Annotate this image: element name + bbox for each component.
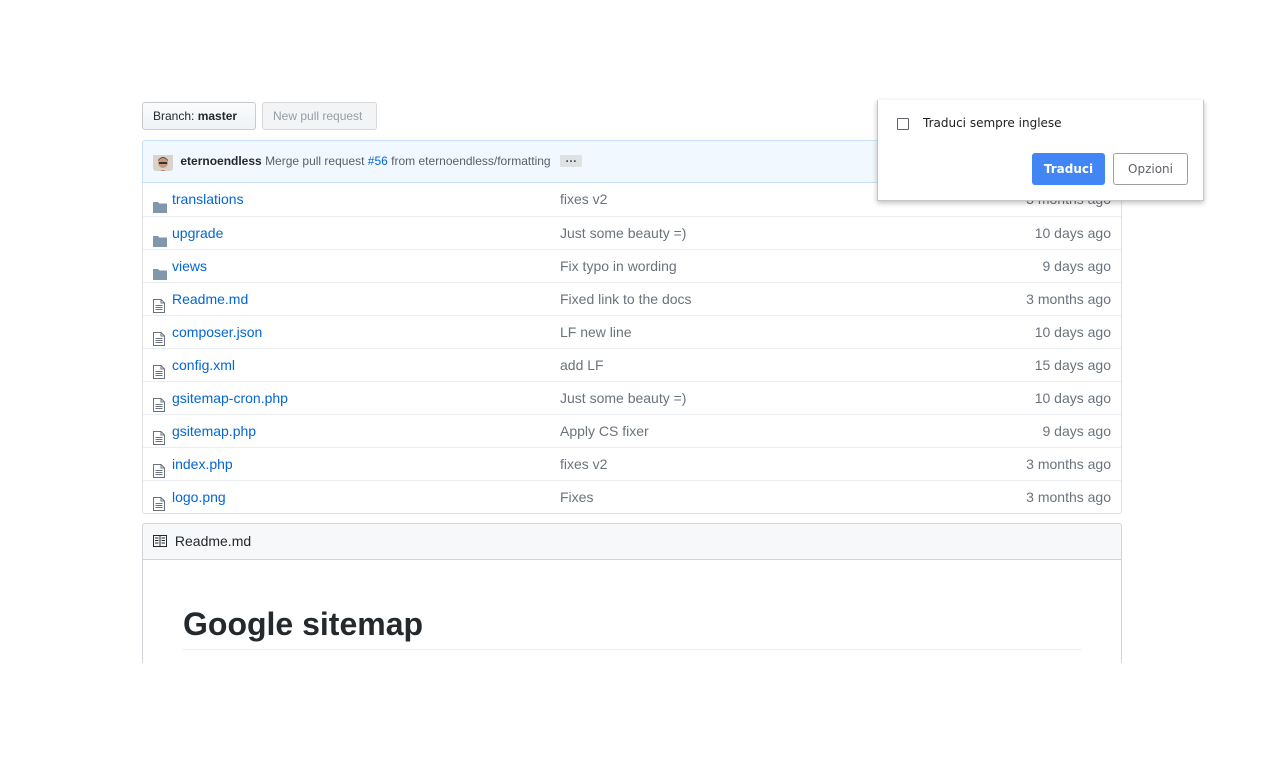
file-icon xyxy=(153,358,167,379)
commit-author-link[interactable]: eternoendless xyxy=(180,154,261,168)
readme-title-divider xyxy=(183,649,1081,650)
commit-age: 10 days ago xyxy=(1034,390,1111,406)
file-icon xyxy=(153,490,167,511)
translate-popup: Traduci sempre inglese Traduci Opzioni xyxy=(877,100,1204,201)
file-row: views Fix typo in wording 9 days ago xyxy=(143,249,1121,282)
commit-message-link[interactable]: Fix typo in wording xyxy=(560,250,677,282)
file-row: Readme.md Fixed link to the docs 3 months … xyxy=(143,282,1121,315)
file-icon xyxy=(153,424,167,445)
always-translate-label[interactable]: Traduci sempre inglese xyxy=(923,116,1062,130)
commit-message-link[interactable]: Fixed link to the docs xyxy=(560,283,692,315)
file-name-link[interactable]: translations xyxy=(172,183,244,215)
book-icon xyxy=(153,535,167,548)
file-name-link[interactable]: index.php xyxy=(172,448,233,480)
file-row: upgrade Just some beauty =) 10 days ago xyxy=(143,216,1121,249)
file-name-link[interactable]: composer.json xyxy=(172,316,262,348)
file-row: gsitemap.php Apply CS fixer 9 days ago xyxy=(143,414,1121,447)
commit-age: 15 days ago xyxy=(1034,357,1111,373)
branch-label: Branch: xyxy=(153,109,195,123)
author-avatar[interactable] xyxy=(153,151,173,171)
commit-message-link[interactable]: fixes v2 xyxy=(560,448,607,480)
readme-title: Google sitemap xyxy=(183,606,424,642)
file-name-link[interactable]: gsitemap-cron.php xyxy=(172,382,288,414)
file-row: index.php fixes v2 3 months ago xyxy=(143,447,1121,480)
commit-message-link[interactable]: LF new line xyxy=(560,316,632,348)
file-row: logo.png Fixes 3 months ago xyxy=(143,480,1121,513)
pull-request-link[interactable]: #56 xyxy=(368,154,388,168)
readme-panel: Readme.md Google sitemap xyxy=(142,523,1122,663)
commit-age: 3 months ago xyxy=(1026,456,1111,472)
file-list: translations fixes v2 3 months ago upgrade J… xyxy=(142,183,1122,514)
file-name-link[interactable]: views xyxy=(172,250,207,282)
commit-message-link[interactable]: Just some beauty =) xyxy=(560,382,686,414)
commit-age: 10 days ago xyxy=(1034,225,1111,241)
always-translate-checkbox[interactable] xyxy=(897,118,909,130)
branch-select-button[interactable]: Branch: master xyxy=(142,102,256,145)
commit-message-link[interactable]: Apply CS fixer xyxy=(560,415,649,447)
file-name-link[interactable]: upgrade xyxy=(172,217,223,249)
translate-button[interactable]: Traduci xyxy=(1032,153,1105,185)
commit-age: 9 days ago xyxy=(1042,258,1112,274)
file-name-link[interactable]: config.xml xyxy=(172,349,235,381)
file-icon xyxy=(153,325,167,346)
commit-message-prefix[interactable]: Merge pull request xyxy=(265,154,364,168)
commit-age: 10 days ago xyxy=(1034,324,1111,340)
file-name-link[interactable]: gsitemap.php xyxy=(172,415,256,447)
commit-message-link[interactable]: Just some beauty =) xyxy=(560,217,686,249)
commit-message-link[interactable]: fixes v2 xyxy=(560,183,607,215)
file-icon xyxy=(153,457,167,478)
folder-icon xyxy=(153,192,167,213)
file-name-link[interactable]: Readme.md xyxy=(172,283,248,315)
commit-message-suffix[interactable]: from eternoendless/formatting xyxy=(391,154,550,168)
file-icon xyxy=(153,391,167,412)
file-name-link[interactable]: logo.png xyxy=(172,481,226,513)
options-button[interactable]: Opzioni xyxy=(1113,153,1188,185)
file-row: composer.json LF new line 10 days ago xyxy=(143,315,1121,348)
folder-icon xyxy=(153,259,167,280)
commit-age: 3 months ago xyxy=(1026,489,1111,505)
expand-commit-message-button[interactable]: … xyxy=(559,152,582,167)
new-pull-request-button[interactable]: New pull request xyxy=(262,102,377,130)
readme-header-filename: Readme.md xyxy=(174,533,252,549)
readme-header: Readme.md xyxy=(143,524,1121,560)
branch-value: master xyxy=(197,109,238,123)
commit-message-link[interactable]: add LF xyxy=(560,349,604,381)
file-row: config.xml add LF 15 days ago xyxy=(143,348,1121,381)
file-icon xyxy=(153,292,167,313)
commit-age: 3 months ago xyxy=(1026,291,1111,307)
file-row: gsitemap-cron.php Just some beauty =) 10 d… xyxy=(143,381,1121,414)
folder-icon xyxy=(153,226,167,247)
commit-message-link[interactable]: Fixes xyxy=(560,481,593,513)
commit-age: 9 days ago xyxy=(1042,423,1112,439)
